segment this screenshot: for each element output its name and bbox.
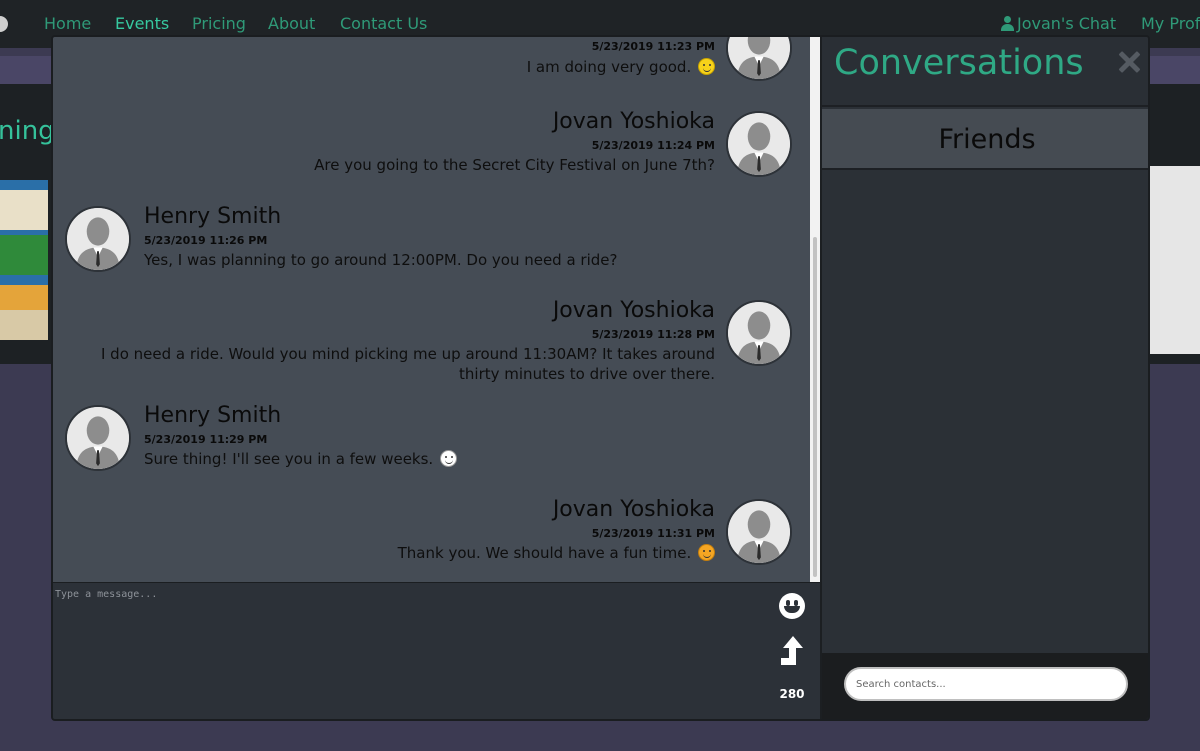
message-timestamp: 5/23/2019 11:26 PM (144, 234, 268, 247)
user-icon (1001, 16, 1014, 31)
tab-friends[interactable]: Friends (822, 109, 1148, 170)
conversations-sidebar: Conversations Friends (822, 37, 1148, 719)
slightly-smiling-face-emoji-icon (698, 58, 715, 75)
nav-contact-link[interactable]: Contact Us (340, 14, 427, 33)
nav-pricing-link[interactable]: Pricing (192, 14, 246, 33)
nav-about-link[interactable]: About (268, 14, 315, 33)
nav-events-link[interactable]: Events (115, 14, 169, 33)
message-composer (53, 582, 820, 719)
site-logo[interactable] (0, 16, 8, 32)
avatar (726, 111, 792, 177)
message-item: Jovan Yoshioka 5/23/2019 11:28 PM I do n… (53, 296, 715, 386)
event-card (1148, 166, 1200, 354)
message-item: Jovan Yoshioka 5/23/2019 11:31 PM Thank … (53, 495, 715, 565)
message-timestamp: 5/23/2019 11:29 PM (144, 433, 268, 446)
message-text: I am doing very good. (527, 57, 715, 77)
sender-name: Jovan Yoshioka (552, 109, 715, 134)
message-item: 5/23/2019 11:23 PM I am doing very good. (53, 37, 715, 85)
message-timestamp: 5/23/2019 11:24 PM (591, 139, 715, 152)
sender-name: Jovan Yoshioka (552, 298, 715, 323)
avatar (65, 405, 131, 471)
message-text: I do need a ride. Would you mind picking… (100, 345, 715, 383)
chat-modal: 5/23/2019 11:23 PM I am doing very good.… (51, 35, 1150, 721)
message-text: Sure thing! I'll see you in a few weeks. (144, 449, 457, 469)
contact-search-bar (822, 653, 1148, 719)
avatar (726, 300, 792, 366)
sidebar-title: Conversations (834, 43, 1084, 83)
send-arrow-icon[interactable] (780, 635, 806, 671)
message-scrollbar[interactable] (810, 37, 820, 582)
smiley-icon[interactable] (779, 593, 805, 619)
message-input[interactable] (53, 587, 753, 717)
message-text: Yes, I was planning to go around 12:00PM… (144, 251, 618, 269)
avatar (726, 37, 792, 81)
message-text: Are you going to the Secret City Festiva… (314, 156, 715, 174)
sender-name: Jovan Yoshioka (552, 497, 715, 522)
nav-chat-label: Jovan's Chat (1017, 14, 1117, 33)
nav-home-link[interactable]: Home (44, 14, 91, 33)
message-item: Henry Smith 5/23/2019 11:29 PM Sure thin… (144, 401, 744, 471)
festival-poster-image (0, 180, 48, 340)
character-count: 280 (779, 687, 805, 701)
message-item: Jovan Yoshioka 5/23/2019 11:24 PM Are yo… (53, 107, 715, 177)
scrollbar-thumb[interactable] (813, 237, 817, 577)
smiling-face-with-smiling-eyes-emoji-icon (698, 544, 715, 561)
sender-name: Henry Smith (144, 204, 282, 229)
message-timestamp: 5/23/2019 11:31 PM (591, 527, 715, 540)
nav-profile-link[interactable]: My Prof (1141, 14, 1200, 33)
search-contacts-input[interactable] (844, 667, 1128, 701)
contacts-list (822, 171, 1148, 651)
avatar (65, 206, 131, 272)
message-text: Thank you. We should have a fun time. (398, 543, 715, 563)
sidebar-header: Conversations (822, 37, 1148, 107)
message-timestamp: 5/23/2019 11:28 PM (591, 328, 715, 341)
sender-name: Henry Smith (144, 403, 282, 428)
message-timestamp: 5/23/2019 11:23 PM (591, 40, 715, 53)
avatar (726, 499, 792, 565)
nav-chat-link[interactable]: Jovan's Chat (1001, 14, 1116, 33)
smiling-face-emoji-icon (439, 450, 457, 467)
close-icon[interactable] (1118, 51, 1140, 73)
hero-title-fragment: ning (0, 116, 55, 146)
message-item: Henry Smith 5/23/2019 11:26 PM Yes, I wa… (144, 202, 744, 272)
message-list[interactable]: 5/23/2019 11:23 PM I am doing very good.… (53, 37, 820, 582)
